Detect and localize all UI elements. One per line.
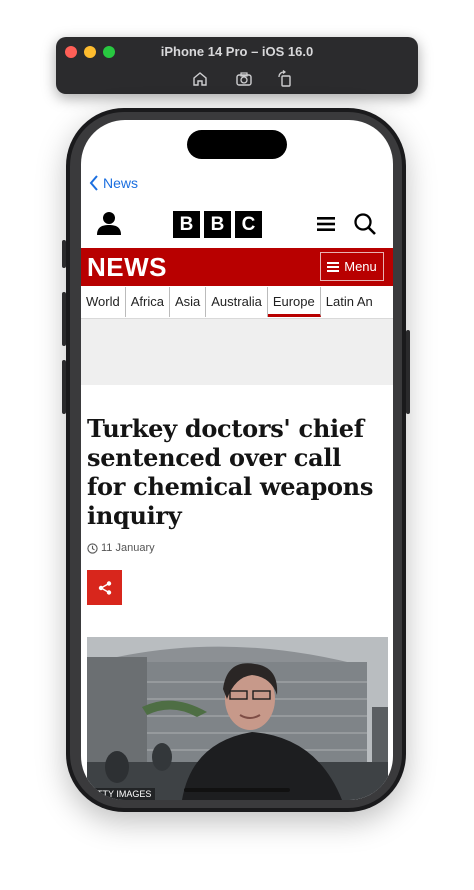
article-date: 11 January — [87, 542, 155, 554]
back-button[interactable]: News — [89, 172, 138, 194]
volume-down-button — [62, 360, 66, 414]
bbc-header: B B C — [81, 204, 393, 248]
search-icon[interactable] — [353, 212, 377, 236]
region-tabs: World Africa Asia Australia Europe Latin An — [81, 286, 393, 319]
tab-europe[interactable]: Europe — [267, 287, 321, 317]
article-headline: Turkey doctors' chief sentenced over cal… — [87, 414, 374, 530]
menu-button[interactable]: Menu — [320, 252, 384, 281]
tab-africa[interactable]: Africa — [126, 287, 170, 317]
article-photo-image — [87, 637, 388, 800]
phone-screen: News B B C NEWS Menu World Africa Asia A… — [81, 120, 393, 800]
back-label: News — [103, 175, 139, 191]
section-title[interactable]: NEWS — [87, 252, 167, 283]
simulator-title-bar: iPhone 14 Pro – iOS 16.0 — [56, 37, 418, 94]
news-section-bar: NEWS Menu — [81, 248, 393, 286]
share-button[interactable] — [87, 570, 122, 605]
bbc-logo-letter: C — [235, 211, 262, 238]
tab-australia[interactable]: Australia — [206, 287, 268, 317]
chevron-left-icon — [89, 175, 98, 191]
share-icon — [98, 580, 111, 595]
clock-icon — [87, 542, 98, 554]
home-icon[interactable] — [191, 70, 209, 88]
bbc-logo[interactable]: B B C — [173, 211, 262, 238]
power-button — [406, 330, 410, 414]
hamburger-menu-icon[interactable] — [317, 216, 335, 232]
ad-placeholder — [81, 319, 393, 385]
tab-asia[interactable]: Asia — [170, 287, 207, 317]
rotate-icon[interactable] — [276, 70, 294, 88]
date-label: 11 January — [101, 542, 155, 554]
bbc-logo-letter: B — [204, 211, 231, 238]
account-icon[interactable] — [96, 210, 122, 236]
action-button — [62, 240, 66, 268]
menu-icon — [327, 261, 340, 272]
menu-label: Menu — [344, 259, 377, 274]
tab-world[interactable]: World — [81, 287, 126, 317]
screenshot-icon[interactable] — [235, 70, 253, 88]
photo-credit: TTY IMAGES — [93, 788, 156, 800]
bbc-logo-letter: B — [173, 211, 200, 238]
article-photo: TTY IMAGES — [87, 637, 388, 800]
volume-up-button — [62, 292, 66, 346]
tab-latin-america[interactable]: Latin An — [321, 287, 378, 317]
simulator-title: iPhone 14 Pro – iOS 16.0 — [160, 44, 314, 59]
home-indicator[interactable] — [184, 788, 290, 792]
dynamic-island — [187, 130, 287, 159]
